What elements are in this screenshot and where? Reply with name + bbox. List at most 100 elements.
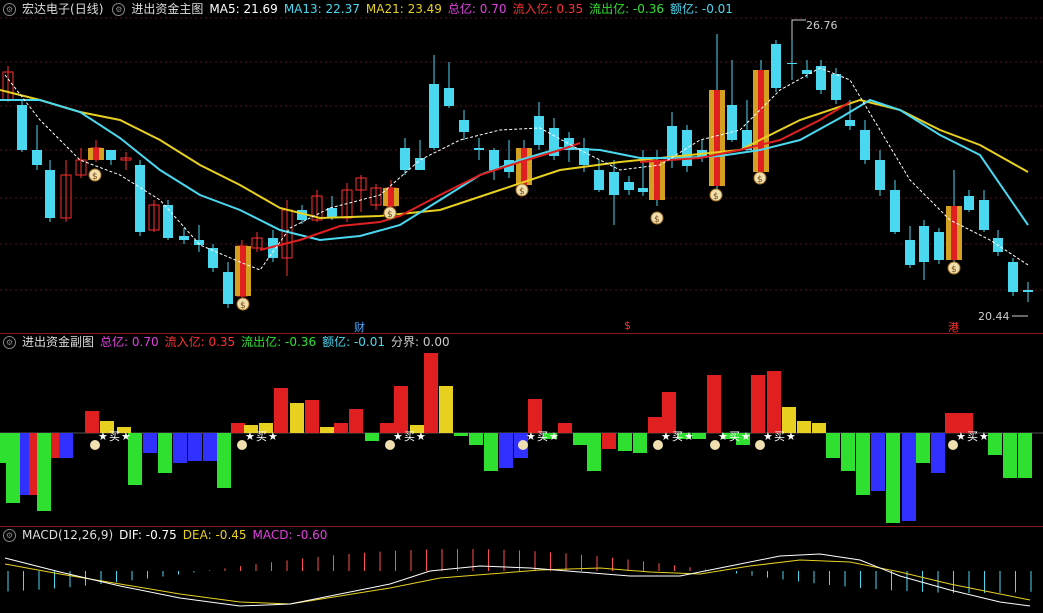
main-chart-panel[interactable]: $ $ $ $ $ $ $ $ ⚙ 宏达电子(日线) ⚙ 进出资金主图 MA5: 21.69 MA13:… <box>0 0 1043 334</box>
fund-flow-bar <box>484 433 498 471</box>
candle-body <box>1008 262 1018 292</box>
candle-body <box>771 44 781 88</box>
fund-flow-bar <box>988 433 1002 455</box>
fund-flow-bar <box>633 433 647 453</box>
fund-flow-bar <box>365 433 379 441</box>
star-icon: ★ <box>979 430 989 443</box>
fund-flow-bar <box>334 423 348 433</box>
sub-legend-item: 分界: 0.00 <box>391 335 450 349</box>
fund-flow-bar <box>469 433 483 445</box>
fund-flow-bar <box>499 433 513 468</box>
buy-signal-label: 买 <box>537 430 548 443</box>
fund-flow-bar <box>662 392 676 433</box>
macd-gear-icon[interactable]: ⚙ <box>3 529 16 542</box>
fund-flow-bar <box>528 399 542 433</box>
star-icon: ★ <box>121 430 131 443</box>
fund-flow-histogram[interactable]: ★ 买 ★ ★ 买 ★ ★ 买 ★ ★ 买 ★ ★ 买 ★ ★ 买 ★ ★ 买 ★ ★ 买 ★ <box>0 333 1043 526</box>
high-pointer <box>791 19 806 40</box>
money-bag-symbol: $ <box>713 192 719 202</box>
fund-flow-bar <box>602 433 616 449</box>
fund-flow-bar <box>143 433 157 453</box>
buy-signal-label: 买 <box>729 430 740 443</box>
money-bag-symbol: $ <box>951 265 957 275</box>
buy-signal-label: 买 <box>109 430 120 443</box>
candle-body <box>444 88 454 106</box>
candle-body <box>106 150 116 160</box>
indicator-name[interactable]: 进出资金主图 <box>131 2 203 16</box>
candle-body <box>919 226 929 262</box>
highlight-candle-core <box>93 148 99 160</box>
fund-flow-bar <box>217 433 231 488</box>
candle-body <box>875 160 885 190</box>
fund-flow-bar <box>902 433 916 521</box>
sub-legend-item: 额亿: -0.01 <box>322 335 386 349</box>
money-bag-symbol: $ <box>654 215 660 225</box>
macd-legend-item: MACD: -0.60 <box>252 528 328 542</box>
macd-title[interactable]: MACD(12,26,9) <box>22 528 113 542</box>
fund-flow-bar <box>871 433 885 491</box>
star-icon: ★ <box>393 430 403 443</box>
stock-name[interactable]: 宏达电子 <box>22 2 70 16</box>
candle-body <box>135 165 145 232</box>
macd-panel[interactable]: ⚙ MACD(12,26,9) DIF: -0.75 DEA: -0.45 MACD: … <box>0 526 1043 613</box>
candle-body <box>474 148 484 150</box>
event-marker-dollar[interactable]: $ <box>624 319 631 332</box>
fund-flow-bar <box>618 433 632 451</box>
candle-body <box>459 120 469 132</box>
highlight-candle-core <box>240 246 246 296</box>
main-legend-item: MA5: 21.69 <box>209 2 278 16</box>
fund-flow-bar <box>349 409 363 433</box>
star-icon: ★ <box>661 430 671 443</box>
buy-signal-label: 买 <box>774 430 785 443</box>
candle-body <box>223 272 233 304</box>
macd-legend: DIF: -0.75 DEA: -0.45 MACD: -0.60 <box>119 528 333 542</box>
star-icon: ★ <box>786 430 796 443</box>
subchart-gear-icon[interactable]: ⚙ <box>3 336 16 349</box>
candlestick-chart[interactable]: $ $ $ $ $ $ $ $ <box>0 0 1043 333</box>
settings-gear-icon[interactable]: ⚙ <box>3 3 16 16</box>
candle-body <box>415 158 425 170</box>
ma21-line <box>0 89 1029 220</box>
main-legend-item: 额亿: -0.01 <box>670 2 733 16</box>
candle-body <box>400 148 410 170</box>
fund-flow-subchart-panel[interactable]: ★ 买 ★ ★ 买 ★ ★ 买 ★ ★ 买 ★ ★ 买 ★ ★ 买 ★ ★ 买 ★ ★ 买 ★ ⚙ 进出资金副图 总亿: 0.70… <box>0 333 1043 526</box>
candle-body <box>638 188 648 192</box>
highlight-candle-core <box>388 188 394 206</box>
candle-body <box>964 196 974 210</box>
star-icon: ★ <box>549 430 559 443</box>
fund-flow-bar <box>931 433 945 473</box>
fund-flow-bar <box>587 433 601 471</box>
fund-flow-bar <box>305 400 319 433</box>
fund-flow-bar <box>188 433 202 461</box>
main-chart-header: ⚙ 宏达电子(日线) ⚙ 进出资金主图 MA5: 21.69 MA13: 22.37 MA2… <box>0 0 745 18</box>
main-legend: MA5: 21.69 MA13: 22.37 MA21: 23.49 总亿: 0.70… <box>209 2 739 16</box>
fund-flow-bar <box>439 386 453 433</box>
high-price-label: 26.76 <box>806 19 838 32</box>
candle-body <box>845 120 855 126</box>
fund-flow-bar <box>692 433 706 439</box>
fund-flow-bar <box>231 423 245 433</box>
fund-flow-bar <box>6 433 20 503</box>
money-bag-symbol: $ <box>387 210 393 220</box>
star-icon: ★ <box>718 430 728 443</box>
candle-body <box>727 105 737 140</box>
fund-flow-bar <box>1003 433 1017 478</box>
money-bag-symbol: $ <box>240 301 246 311</box>
fund-flow-bar <box>59 433 73 458</box>
sub-legend-item: 总亿: 0.70 <box>100 335 159 349</box>
candle-body <box>489 150 499 170</box>
star-icon: ★ <box>741 430 751 443</box>
indicator-gear-icon[interactable]: ⚙ <box>112 3 126 16</box>
main-legend-item: 流入亿: 0.35 <box>512 2 584 16</box>
candle-body <box>534 116 544 145</box>
star-icon: ★ <box>763 430 773 443</box>
fund-flow-bar <box>290 403 304 433</box>
buy-signal-label: 买 <box>404 430 415 443</box>
fund-flow-bar <box>558 423 572 433</box>
subchart-title[interactable]: 进出资金副图 <box>22 335 94 349</box>
money-bag-symbol: $ <box>92 172 98 182</box>
candle-body <box>594 170 604 190</box>
star-icon: ★ <box>245 430 255 443</box>
macd-header: ⚙ MACD(12,26,9) DIF: -0.75 DEA: -0.45 MACD: … <box>0 526 339 544</box>
candle-body <box>17 105 27 150</box>
